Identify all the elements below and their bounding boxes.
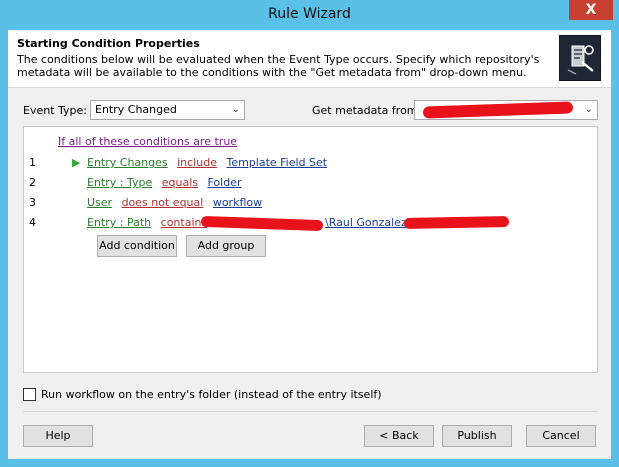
condition-value-link[interactable]: workflow	[213, 196, 262, 209]
window-frame: Rule Wizard X Starting Condition Propert…	[0, 0, 619, 467]
help-button[interactable]: Help	[23, 425, 93, 447]
add-condition-button[interactable]: Add condition	[97, 235, 177, 257]
condition-operator-link[interactable]: equals	[162, 176, 198, 189]
condition-row: 3 User does not equal workflow	[24, 195, 597, 211]
conditions-panel: If all of these conditions are true 1 ▶ …	[23, 126, 598, 373]
conditions-group-header: If all of these conditions are true	[58, 134, 237, 150]
title-bar: Rule Wizard X	[0, 0, 619, 30]
row-number: 1	[29, 156, 36, 169]
dialog-header: Starting Condition Properties The condit…	[8, 30, 611, 88]
row-number: 2	[29, 176, 36, 189]
window-title: Rule Wizard	[268, 6, 351, 22]
condition-value-link[interactable]: Template Field Set	[226, 156, 327, 169]
footer-divider	[23, 411, 598, 412]
row-number: 4	[29, 216, 36, 229]
condition-operator-link[interactable]: does not equal	[122, 196, 204, 209]
redaction-mark	[422, 101, 574, 119]
row-number: 3	[29, 196, 36, 209]
group-condition-link[interactable]: If all of these conditions are true	[58, 135, 237, 148]
header-description: The conditions below will be evaluated w…	[17, 53, 540, 79]
condition-operator-link[interactable]: include	[177, 156, 217, 169]
close-button[interactable]: X	[569, 0, 613, 20]
event-type-value: Entry Changed	[95, 103, 177, 116]
condition-row: 1 ▶ Entry Changes include Template Field…	[24, 155, 597, 171]
condition-row: 2 Entry : Type equals Folder	[24, 175, 597, 191]
condition-field-link[interactable]: User	[87, 196, 112, 209]
add-group-button[interactable]: Add group	[186, 235, 266, 257]
condition-field-link[interactable]: Entry Changes	[87, 156, 168, 169]
dialog-client-area: Starting Condition Properties The condit…	[8, 30, 611, 459]
event-type-select[interactable]: Entry Changed ⌄	[90, 100, 245, 120]
condition-field-link[interactable]: Entry : Path	[87, 216, 151, 229]
condition-value-link[interactable]: Folder	[207, 176, 241, 189]
cancel-button[interactable]: Cancel	[526, 425, 596, 447]
metadata-label: Get metadata from:	[312, 104, 422, 117]
run-on-folder-label: Run workflow on the entry's folder (inst…	[41, 388, 382, 401]
back-button[interactable]: < Back	[364, 425, 434, 447]
event-type-label: Event Type:	[23, 104, 87, 117]
dropdown-chevron-icon: ⌄	[584, 104, 593, 115]
dropdown-chevron-icon: ⌄	[231, 104, 240, 115]
run-on-folder-checkbox[interactable]	[23, 388, 36, 401]
condition-field-link[interactable]: Entry : Type	[87, 176, 152, 189]
redaction-mark	[403, 216, 510, 229]
wizard-header-icon	[559, 35, 601, 81]
header-title: Starting Condition Properties	[17, 37, 200, 50]
publish-button[interactable]: Publish	[442, 425, 512, 447]
play-arrow-icon: ▶	[72, 156, 81, 169]
condition-value-link[interactable]: \Raul Gonzalez\	[325, 215, 410, 231]
metadata-select[interactable]: ⌄	[414, 100, 598, 120]
